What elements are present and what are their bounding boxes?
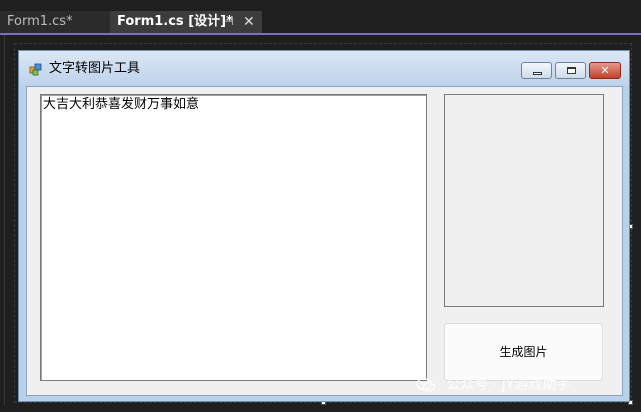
app-icon	[29, 63, 42, 76]
watermark: 公众号 · JY游戏助手	[416, 374, 570, 396]
maximize-button[interactable]	[555, 62, 586, 79]
form-client-area: 大吉大利恭喜发财万事如意 生成图片	[26, 86, 623, 396]
pin-tab-icon[interactable]: ⊣	[224, 11, 234, 33]
form-title-bar[interactable]: 文字转图片工具 ✕	[19, 51, 629, 85]
wechat-icon	[416, 377, 436, 392]
document-tab-strip: Form1.cs* Form1.cs [设计]* ⊣ ✕	[0, 0, 641, 33]
close-button[interactable]: ✕	[589, 62, 621, 79]
image-preview-box	[444, 94, 604, 307]
maximize-icon	[567, 67, 576, 74]
tab-form1-code-label: Form1.cs*	[7, 14, 73, 29]
tab-form1-designer[interactable]: Form1.cs [设计]* ⊣ ✕	[110, 11, 262, 33]
tab-form1-designer-label: Form1.cs [设计]*	[117, 14, 233, 29]
watermark-text: 公众号 · JY游戏助手	[446, 377, 571, 393]
minimize-button[interactable]	[521, 62, 552, 79]
minimize-icon	[533, 72, 542, 75]
text-input[interactable]: 大吉大利恭喜发财万事如意	[40, 94, 427, 381]
close-tab-icon[interactable]: ✕	[243, 11, 255, 33]
tab-form1-code[interactable]: Form1.cs*	[0, 11, 110, 33]
close-icon: ✕	[600, 64, 610, 77]
form-title: 文字转图片工具	[49, 61, 141, 76]
generate-image-button[interactable]: 生成图片	[444, 323, 603, 381]
form-window[interactable]: 文字转图片工具 ✕ 大吉大利恭喜发财万事如意 生成图片	[18, 50, 630, 402]
